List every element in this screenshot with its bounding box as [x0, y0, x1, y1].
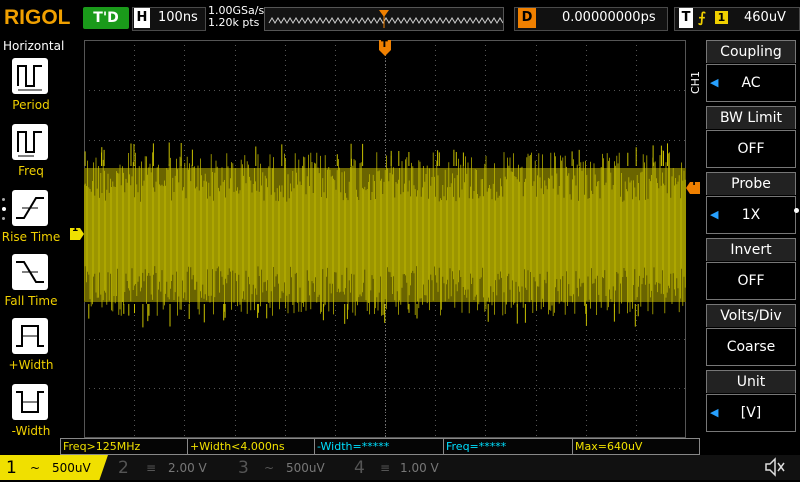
positive-width-icon [16, 325, 44, 347]
ch3-scale[interactable]: 500uV [286, 459, 325, 477]
freq-icon [17, 131, 42, 157]
left-scroll-dots [2, 198, 6, 220]
bw-limit-value[interactable]: OFF [706, 130, 796, 168]
ch1-number: 1 [6, 458, 17, 478]
ch2-coupling-icon: ≡ [146, 461, 157, 475]
memory-waveform-icon [268, 10, 504, 28]
delay-value: 0.00000000ps [562, 10, 656, 25]
trigger-level-label: T [691, 178, 698, 188]
measurement-max[interactable]: Max=640uV [572, 438, 700, 455]
invert-title: Invert [706, 238, 796, 261]
ch4-number[interactable]: 4 [354, 457, 365, 479]
ch3-coupling-icon: ~ [264, 461, 275, 475]
invert-value[interactable]: OFF [706, 262, 796, 300]
period-label: Period [12, 98, 50, 112]
bw-limit-title: BW Limit [706, 106, 796, 129]
rise-time-label: Rise Time [1, 230, 61, 244]
unit-arrow-icon: ◀ [710, 406, 719, 419]
measurement-freq[interactable]: Freq=***** [443, 438, 573, 455]
period-button[interactable] [12, 58, 48, 94]
sound-muted-icon[interactable] [762, 456, 786, 482]
ch1-menu-tab: CH1 [689, 71, 702, 94]
rise-time-icon [16, 197, 44, 219]
ch2-scale[interactable]: 2.00 V [168, 459, 207, 477]
measurement-freq-limit[interactable]: Freq>125MHz [60, 438, 188, 455]
trigger-level: 460uV [744, 10, 786, 25]
ch3-number[interactable]: 3 [238, 457, 249, 479]
trigger-position-label: T [381, 39, 388, 50]
ch2-number[interactable]: 2 [118, 457, 129, 479]
freq-label: Freq [18, 164, 44, 178]
probe-arrow-icon: ◀ [710, 208, 719, 221]
run-state-badge[interactable]: T'D [83, 7, 129, 29]
left-menu-title: Horizontal [3, 39, 65, 53]
coupling-title: Coupling [706, 40, 796, 63]
memory-depth: 1.20k pts [208, 16, 260, 29]
ch1-marker-label: 1 [72, 224, 79, 234]
freq-button[interactable] [12, 124, 48, 160]
measurement-negative-width[interactable]: -Width=***** [314, 438, 444, 455]
positive-width-button[interactable] [12, 318, 48, 354]
right-scroll-dot [794, 208, 799, 213]
period-icon [17, 65, 42, 91]
fall-time-icon [16, 261, 44, 283]
memory-position-bar[interactable] [264, 7, 504, 31]
ch4-coupling-icon: ≡ [380, 461, 391, 475]
measurement-positive-width[interactable]: +Width<4.000ns [187, 438, 315, 455]
probe-value[interactable]: 1X [706, 196, 796, 234]
ch1-scale: 500uV [52, 461, 91, 475]
horizontal-label: H [134, 8, 150, 28]
waveform-grid [83, 40, 686, 438]
rigol-logo: RIGOL [4, 6, 71, 29]
volts-div-value[interactable]: Coarse [706, 328, 796, 366]
unit-value[interactable]: [V] [706, 394, 796, 432]
positive-width-label: +Width [8, 358, 54, 372]
timebase-value: 100ns [158, 10, 198, 25]
negative-width-label: -Width [11, 424, 51, 438]
waveform-display[interactable] [83, 40, 686, 438]
ch4-scale[interactable]: 1.00 V [400, 459, 439, 477]
unit-title: Unit [706, 370, 796, 393]
delay-label: D [518, 8, 536, 28]
trigger-source-badge: 1 [715, 11, 728, 24]
ch1-coupling-icon: ~ [30, 461, 41, 475]
negative-width-icon [16, 391, 44, 413]
rise-time-button[interactable] [12, 190, 48, 226]
rising-edge-icon: ⨍ [698, 10, 706, 26]
fall-time-button[interactable] [12, 254, 48, 290]
coupling-arrow-icon: ◀ [710, 76, 719, 89]
volts-div-title: Volts/Div [706, 304, 796, 327]
fall-time-label: Fall Time [4, 294, 58, 308]
probe-title: Probe [706, 172, 796, 195]
coupling-value[interactable]: AC [706, 64, 796, 102]
sample-info: 1.00GSa/s 1.20k pts [208, 5, 264, 29]
trigger-label: T [679, 8, 693, 28]
negative-width-button[interactable] [12, 384, 48, 420]
